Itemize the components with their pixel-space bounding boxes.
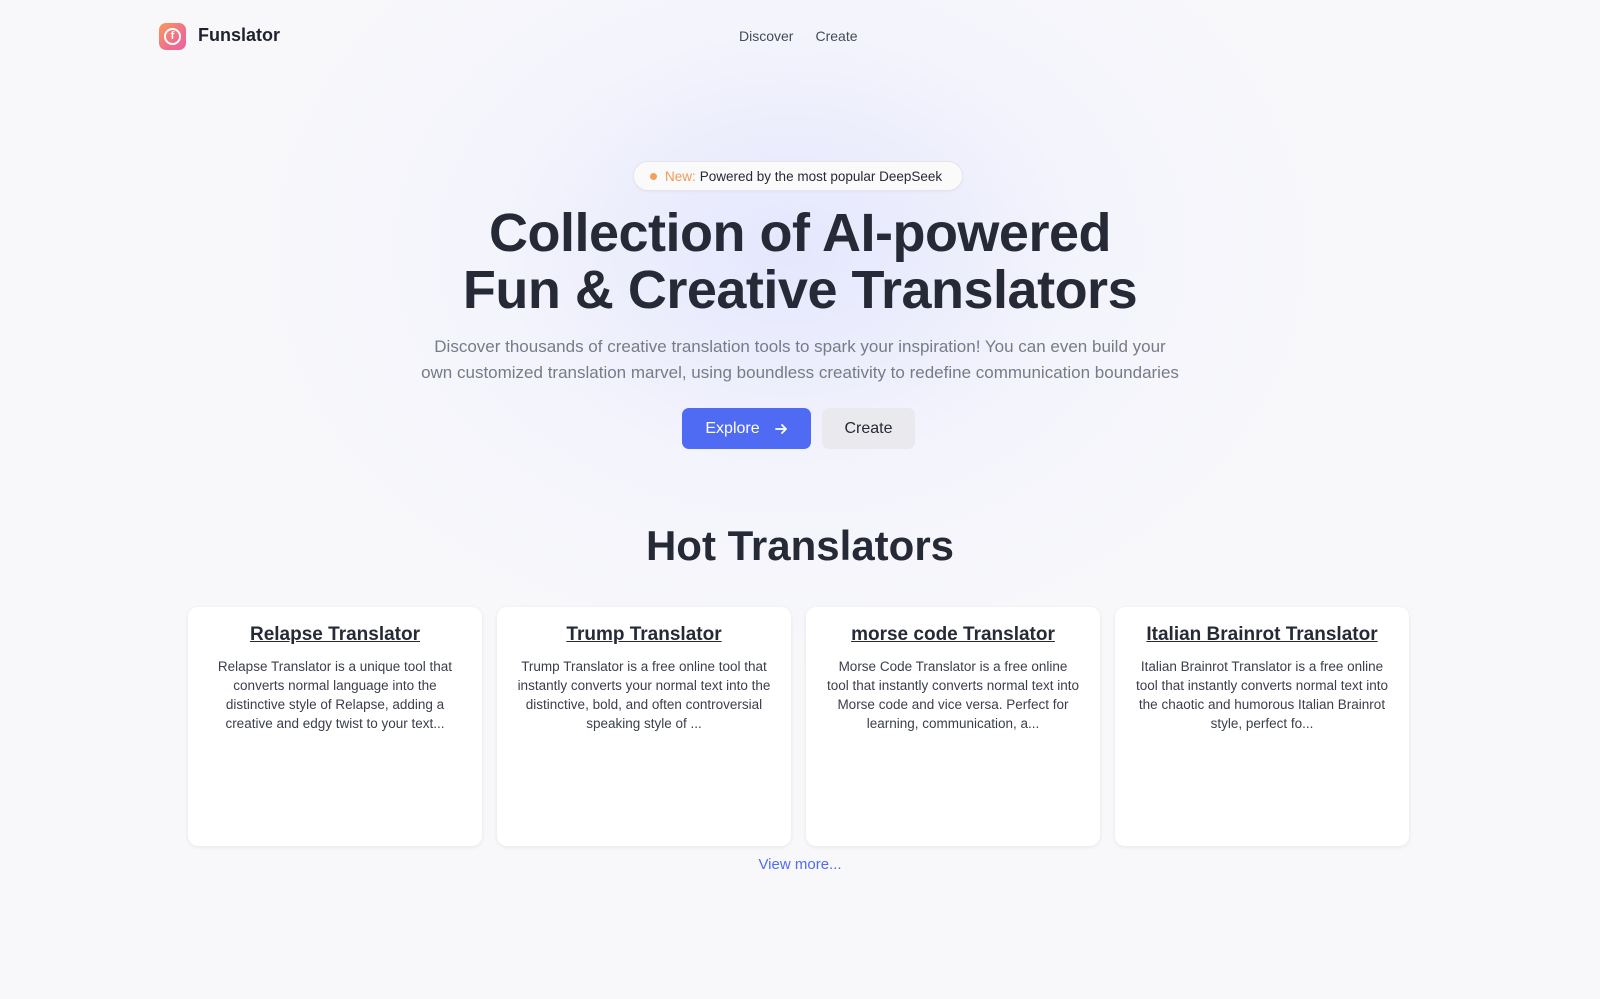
translator-card[interactable]: morse code Translator Morse Code Transla…	[806, 607, 1100, 846]
card-title-link[interactable]: morse code Translator	[826, 624, 1080, 646]
status-dot-icon	[650, 172, 657, 180]
top-header: f Funslator Discover Create	[0, 0, 1600, 72]
brand-name[interactable]: Funslator	[198, 25, 280, 46]
nav-discover[interactable]: Discover	[739, 28, 793, 44]
translator-card[interactable]: Trump Translator Trump Translator is a f…	[497, 607, 791, 846]
main-nav: Discover Create	[739, 28, 858, 44]
translator-card[interactable]: Italian Brainrot Translator Italian Brai…	[1115, 607, 1409, 846]
card-description: Morse Code Translator is a free online t…	[826, 659, 1080, 731]
hot-translators-title: Hot Translators	[645, 522, 955, 569]
explore-button[interactable]: Explore	[682, 408, 811, 449]
background-glow	[0, 0, 1600, 999]
view-more-link[interactable]: View more...	[0, 856, 1600, 873]
arrow-right-icon	[774, 423, 787, 434]
hero-subtitle: Discover thousands of creative translati…	[400, 334, 1200, 386]
nav-create[interactable]: Create	[815, 28, 857, 44]
hero-subtitle-line-2: own customized translation marvel, using…	[421, 363, 1179, 382]
hero-title-line-1: Collection of AI-powered	[489, 203, 1112, 263]
card-title-link[interactable]: Relapse Translator	[208, 624, 462, 646]
hero-title: Collection of AI-powered Fun & Creative …	[0, 205, 1600, 319]
hero-subtitle-line-1: Discover thousands of creative translati…	[434, 337, 1166, 356]
card-description: Relapse Translator is a unique tool that…	[217, 659, 453, 731]
card-description: Italian Brainrot Translator is a free on…	[1135, 659, 1389, 731]
funslator-logo-icon[interactable]: f	[159, 23, 186, 50]
create-button[interactable]: Create	[822, 408, 915, 449]
badge-text: Powered by the most popular DeepSeek	[699, 168, 943, 184]
explore-button-label: Explore	[705, 419, 760, 437]
translator-cards: Relapse Translator Relapse Translator is…	[188, 607, 1409, 846]
card-description: Trump Translator is a free online tool t…	[517, 659, 771, 731]
announcement-badge[interactable]: New: Powered by the most popular DeepSee…	[633, 161, 963, 191]
card-title-link[interactable]: Italian Brainrot Translator	[1135, 624, 1389, 646]
hero-title-line-2: Fun & Creative Translators	[462, 260, 1138, 320]
badge-new-label: New:	[665, 168, 696, 184]
card-title-link[interactable]: Trump Translator	[517, 624, 771, 646]
translator-card[interactable]: Relapse Translator Relapse Translator is…	[188, 607, 482, 846]
